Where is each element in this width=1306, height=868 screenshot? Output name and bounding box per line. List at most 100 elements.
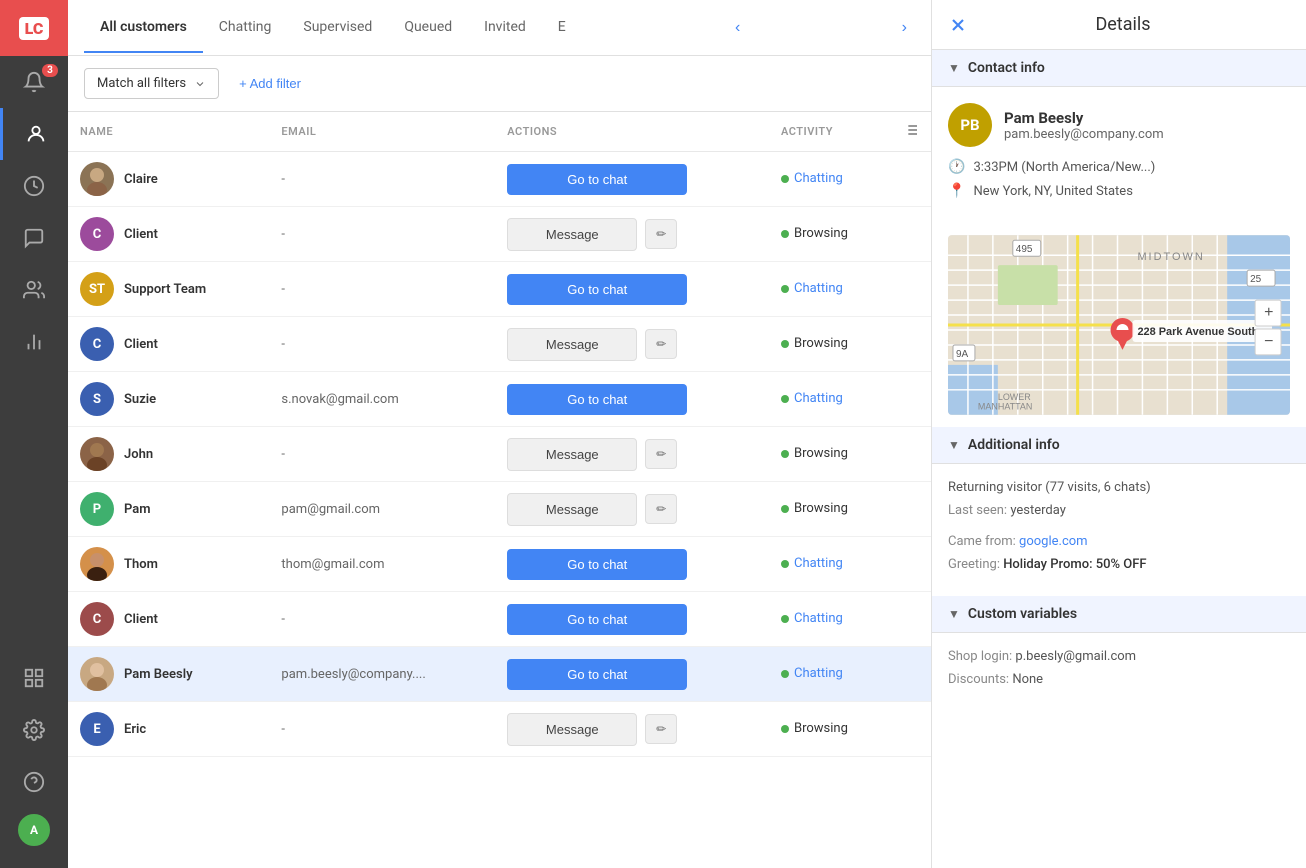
sidebar-item-stats[interactable] [0,316,68,368]
go-to-chat-button[interactable]: Go to chat [507,549,687,580]
email-cell: pam@gmail.com [269,482,495,537]
tab-prev-btn[interactable]: ‹ [727,15,748,41]
visits-text: Returning visitor (77 visits, 6 chats) [948,480,1151,495]
table-row[interactable]: ST Support Team - Go to chat Chatting [68,262,931,317]
table-row[interactable]: E Eric - Message✏ Browsing [68,702,931,757]
table-row[interactable]: C Client - Message✏ Browsing [68,207,931,262]
discounts-label: Discounts: [948,672,1009,687]
row-extra [891,537,931,592]
tab-chatting[interactable]: Chatting [203,3,288,53]
svg-text:228 Park Avenue South: 228 Park Avenue South [1137,326,1258,338]
tab-queued[interactable]: Queued [388,3,468,53]
status-dot-indicator [781,175,789,183]
clock-detail-icon: 🕐 [948,159,965,175]
sidebar-item-history[interactable] [0,160,68,212]
activity-cell: Chatting [769,152,891,207]
match-filter-dropdown[interactable]: Match all filters [84,68,219,99]
contact-location-row: 📍 New York, NY, United States [948,183,1290,199]
team-icon [23,279,45,301]
contact-person: PB Pam Beesly pam.beesly@company.com [948,103,1290,147]
go-to-chat-button[interactable]: Go to chat [507,604,687,635]
action-cell: Message ✏ [495,427,769,482]
action-cell: Go to chat [495,647,769,702]
activity-cell: Chatting [769,592,891,647]
table-row[interactable]: C Client - Message ✏ Browsing [68,317,931,372]
table-row[interactable]: Claire - Go to chat Chatting [68,152,931,207]
status-label: Browsing [794,501,848,516]
edit-chat-button[interactable]: ✏ [645,714,677,744]
table-row[interactable]: Pam Beesly pam.beesly@company.... Go to … [68,647,931,702]
col-extra[interactable] [891,112,931,152]
activity-cell: Browsing [769,317,891,372]
customers-table: NAME EMAIL ACTIONS ACTIVITY Claire - Go … [68,112,931,757]
tab-next-btn[interactable]: › [894,15,915,41]
add-filter-button[interactable]: + Add filter [227,69,313,98]
customer-name: Pam [124,502,151,517]
row-extra [891,152,931,207]
map-container[interactable]: 228 Park Avenue South 25 9A MIDTOWN LOWE… [948,235,1290,415]
name-cell: Pam Beesly [68,647,269,702]
customer-name: Client [124,612,158,627]
status-label: Chatting [794,666,843,681]
sidebar-item-notifications[interactable]: 3 [0,56,68,108]
status-dot-indicator [781,615,789,623]
message-button[interactable]: Message [507,328,637,361]
tab-all-customers[interactable]: All customers [84,3,203,53]
sidebar-user-avatar[interactable]: A [0,808,68,860]
table-row[interactable]: Thom thom@gmail.com Go to chat Chatting [68,537,931,592]
sidebar-item-settings[interactable] [0,704,68,756]
customer-name: John [124,447,153,462]
app-logo[interactable]: LC [0,0,68,56]
go-to-chat-button[interactable]: Go to chat [507,384,687,415]
email-cell: thom@gmail.com [269,537,495,592]
table-header-row: NAME EMAIL ACTIONS ACTIVITY [68,112,931,152]
go-to-chat-button[interactable]: Go to chat [507,659,687,690]
contact-email: pam.beesly@company.com [1004,127,1164,142]
message-button[interactable]: Message [507,713,637,746]
contact-info-section-header[interactable]: ▼ Contact info [932,50,1306,87]
visits-row: Returning visitor (77 visits, 6 chats) [948,480,1290,495]
shop-login-label: Shop login: [948,649,1012,664]
table-row[interactable]: P Pam pam@gmail.com Message✏ Browsing [68,482,931,537]
sidebar-item-customers[interactable] [0,108,68,160]
table-row[interactable]: John - Message✏ Browsing [68,427,931,482]
sidebar-item-reports[interactable] [0,212,68,264]
action-cell: Message ✏ [495,482,769,537]
table-row[interactable]: S Suzie s.novak@gmail.com Go to chat Cha… [68,372,931,427]
came-from-link[interactable]: google.com [1019,534,1088,549]
details-close-button[interactable] [948,15,968,35]
custom-variables-section-header[interactable]: ▼ Custom variables [932,596,1306,633]
tab-invited[interactable]: Invited [468,3,542,53]
message-button[interactable]: Message [507,493,637,526]
table-row[interactable]: C Client - Go to chat Chatting [68,592,931,647]
customer-name: Client [124,227,158,242]
sidebar-item-help[interactable] [0,756,68,808]
edit-chat-button[interactable]: ✏ [645,329,677,359]
tab-more[interactable]: E [542,3,582,53]
row-extra [891,592,931,647]
logo-text: LC [19,17,50,40]
edit-chat-button[interactable]: ✏ [645,439,677,469]
name-cell: C Client [68,317,269,372]
email-cell: - [269,317,495,372]
sidebar-item-team[interactable] [0,264,68,316]
email-cell: - [269,427,495,482]
message-button[interactable]: Message [507,218,637,251]
name-cell: S Suzie [68,372,269,427]
sidebar-item-apps[interactable] [0,652,68,704]
tab-supervised[interactable]: Supervised [287,3,388,53]
name-cell: ST Support Team [68,262,269,317]
message-button[interactable]: Message [507,438,637,471]
go-to-chat-button[interactable]: Go to chat [507,274,687,305]
customer-name: Eric [124,722,146,737]
action-cell: Message ✏ [495,207,769,262]
custom-variables-content: Shop login: p.beesly@gmail.com Discounts… [932,633,1306,711]
customer-name: Client [124,337,158,352]
last-seen-row: Last seen: yesterday [948,503,1290,518]
edit-chat-button[interactable]: ✏ [645,494,677,524]
go-to-chat-button[interactable]: Go to chat [507,164,687,195]
edit-chat-button[interactable]: ✏ [645,219,677,249]
additional-info-section-header[interactable]: ▼ Additional info [932,427,1306,464]
customer-name: Suzie [124,392,156,407]
action-cell: Go to chat [495,537,769,592]
